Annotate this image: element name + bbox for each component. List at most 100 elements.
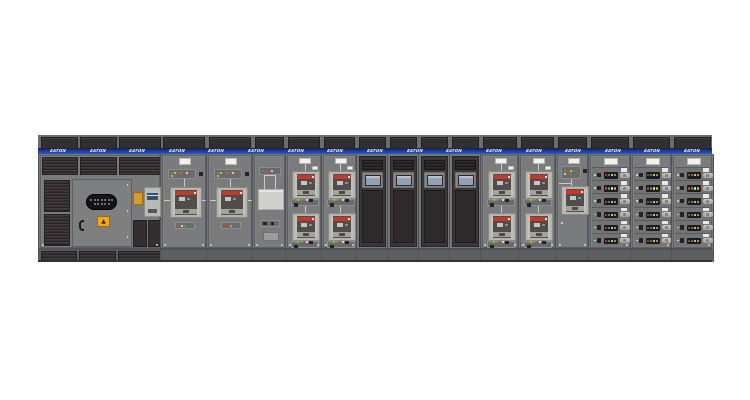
nameplate [687,158,701,165]
indicator-light [650,201,652,203]
breaker-switch [639,238,643,243]
control-switch [309,199,313,203]
screw-dot [594,187,596,189]
breaker-red-label [297,217,315,221]
operating-handle [620,173,630,178]
indicator-light [691,227,693,229]
double-acb-front [520,155,555,248]
indicator-light [697,201,699,203]
screw-dot [677,240,679,242]
indicator-light [697,187,699,189]
feeder-module-row [592,207,628,220]
indicator-cluster [604,185,618,192]
air-circuit-breaker [292,171,320,199]
indicator-light [530,241,532,243]
feeder-module-row [675,193,710,206]
indicator-light [493,241,495,243]
indicator-light [614,201,616,203]
indicator-cluster [687,198,701,205]
feeder-module-row [675,180,710,193]
breaker-switch [680,212,684,217]
blank-panel [455,190,476,243]
indicator-cluster [604,212,618,219]
hmi-display [396,175,412,186]
air-circuit-breaker [525,213,553,241]
breaker-red-label [566,190,584,194]
plinth [357,250,388,260]
mimic-line [501,206,502,213]
indicator-light [226,172,228,174]
breaker-window [301,223,307,227]
screw-dot [677,200,679,202]
louver-vent [80,157,117,175]
indicator-cluster [327,241,355,248]
control-switch [294,203,298,207]
circuit-label [662,221,668,225]
section-metering [252,154,286,262]
acb-column-front [162,155,206,248]
indicator-cluster [221,222,241,229]
indicator-cluster [604,198,618,205]
indicator-cluster [291,241,319,248]
plinth [161,250,207,260]
mimic-line [340,206,341,213]
breaker-switch [639,199,643,204]
indicator-light [656,227,658,229]
breaker-red-label [297,175,315,179]
control-switch [309,241,313,245]
indicator-light [183,172,185,174]
indicator-light [697,240,699,242]
feeder-module-row [675,233,710,246]
indicator-light [496,199,498,201]
indicator-cluster [646,238,660,245]
document-pocket [263,232,279,241]
breaker-rating-plate [493,190,511,195]
indicator-light [570,170,572,172]
hmi-bezel [424,172,445,188]
connector-pin [101,199,103,201]
section-feeder-1 [588,154,631,262]
breaker-rating-plate [333,232,351,237]
air-circuit-breaker [328,171,356,199]
indicator-light [189,172,191,174]
control-switch [271,222,275,226]
plinth [481,250,519,260]
indicator-light [502,241,504,243]
charger-screen [147,191,158,200]
indicator-light [232,172,234,174]
indicator-light [268,170,270,172]
screw-dot [127,236,129,238]
indicator-light [611,201,613,203]
hmi-display [458,175,474,186]
indicator-light [567,173,569,175]
indicator-light [330,199,332,201]
indicator-cluster [327,199,355,206]
indicator-light [265,170,267,172]
indicator-light [573,170,575,172]
screw-dot [677,227,679,229]
indicator-cluster [291,199,319,206]
section-acb-b2 [321,154,357,262]
indicator-light [342,241,344,243]
indicator-light [530,199,532,201]
control-switch [505,199,509,203]
indicator-light [306,241,308,243]
vent-slot [424,160,445,170]
indicator-light [490,241,492,243]
brand-stripe: EATON EATONEATONEATONEATONEATONEATONEATO… [38,148,712,154]
breaker-red-label [175,191,197,195]
control-switch [527,203,531,207]
indicator-light [294,199,296,201]
indicator-light [694,201,696,203]
hmi-button [378,178,381,181]
circuit-label [662,194,668,198]
air-circuit-breaker [328,213,356,241]
breaker-switch [639,186,643,191]
indicator-light [342,199,344,201]
plinth [519,250,556,260]
brand-logo: EATON [684,149,701,153]
screw-dot [636,227,638,229]
switchgear-render-canvas: { "scene": { "description": "Front eleva… [0,0,750,400]
vent-slot [455,160,476,170]
circuit-label [621,221,627,225]
